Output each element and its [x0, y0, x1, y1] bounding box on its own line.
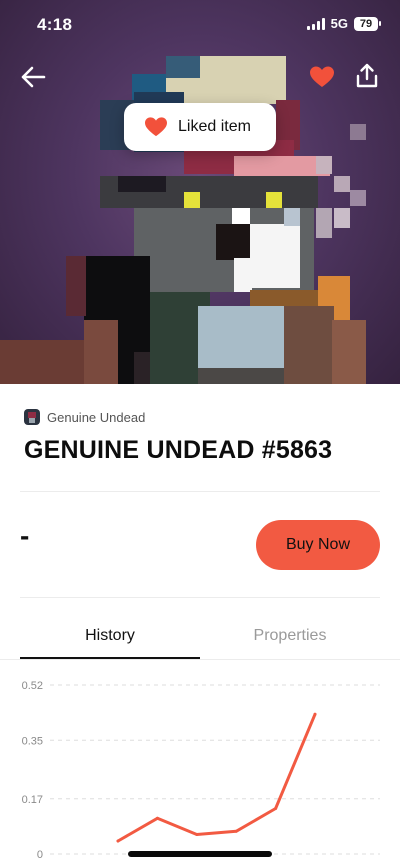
price-history-line	[116, 712, 317, 843]
heart-icon	[310, 66, 334, 87]
status-time: 4:18	[37, 15, 73, 34]
price-history-point	[155, 816, 159, 820]
tabs-divider	[0, 659, 400, 660]
price-history-chart: 0.52 0.35 0.17 0	[22, 680, 380, 861]
like-button[interactable]	[306, 61, 338, 93]
divider	[20, 597, 380, 598]
price-history-point	[195, 833, 199, 836]
item-title: GENUINE UNDEAD #5863	[24, 436, 333, 464]
liked-toast: Liked item	[124, 103, 276, 151]
collection-avatar	[24, 409, 40, 425]
detail-tabs: History Properties	[0, 612, 400, 660]
tab-history[interactable]: History	[20, 612, 200, 659]
arrow-left-icon	[21, 66, 46, 88]
collection-link[interactable]: Genuine Undead	[24, 409, 145, 425]
y-tick-label: 0.35	[22, 735, 43, 747]
status-indicators: 5G 79	[306, 16, 381, 31]
nft-pixel-art	[0, 56, 366, 384]
price-history-point	[234, 829, 238, 833]
battery-icon: 79	[354, 16, 381, 31]
toast-label: Liked item	[178, 118, 251, 135]
y-tick-label: 0	[37, 849, 43, 861]
price-history-point	[116, 839, 120, 843]
y-tick-label: 0.17	[22, 794, 43, 806]
heart-icon	[145, 117, 167, 137]
collection-name: Genuine Undead	[47, 409, 146, 425]
share-icon	[356, 63, 378, 88]
item-price: -	[20, 520, 30, 551]
divider	[20, 491, 380, 492]
home-indicator	[128, 851, 272, 857]
nft-image: 4:18 5G 79 Liked item	[0, 0, 400, 384]
signal-icon	[306, 17, 325, 30]
tab-properties[interactable]: Properties	[200, 612, 380, 659]
buy-now-button[interactable]: Buy Now	[256, 520, 380, 570]
share-button[interactable]	[351, 60, 383, 92]
price-history-point	[274, 807, 278, 810]
back-button[interactable]	[17, 61, 49, 93]
status-bar: 4:18 5G 79	[0, 0, 400, 50]
price-history-point	[313, 712, 317, 716]
y-tick-label: 0.52	[22, 680, 43, 692]
network-type: 5G	[330, 16, 348, 31]
